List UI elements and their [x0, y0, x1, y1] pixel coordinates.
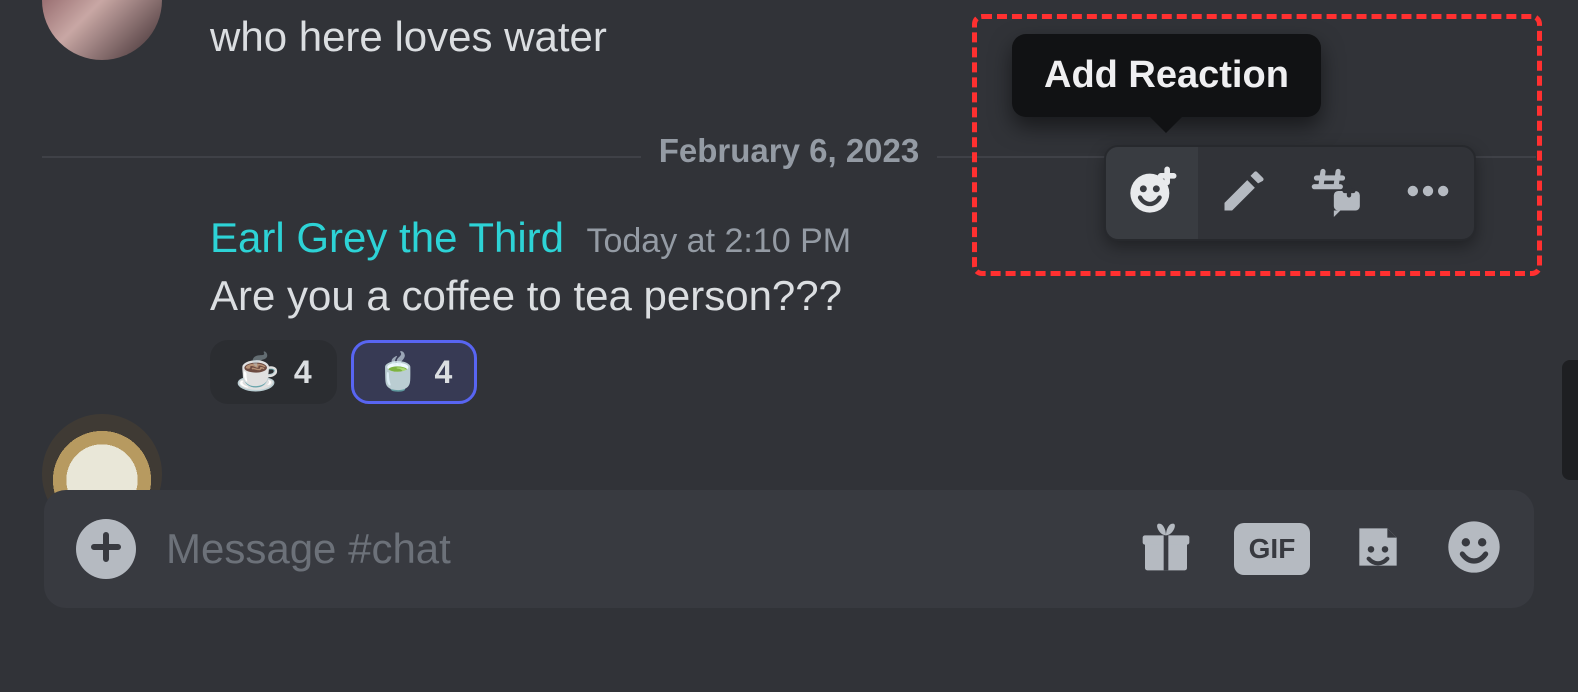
add-reaction-icon	[1126, 165, 1178, 222]
scrollbar[interactable]	[1562, 360, 1578, 480]
add-reaction-button[interactable]	[1106, 147, 1198, 239]
message-composer: GIF	[44, 490, 1534, 608]
create-thread-button[interactable]	[1290, 147, 1382, 239]
message-row-prev: who here loves water	[0, 0, 1578, 62]
plus-icon	[88, 529, 124, 570]
thread-icon	[1310, 165, 1362, 222]
message-text: Are you a coffee to tea person???	[210, 272, 1578, 320]
sticker-button[interactable]	[1350, 521, 1406, 577]
gif-label: GIF	[1249, 533, 1296, 565]
message-timestamp: Today at 2:10 PM	[586, 222, 851, 260]
message-text: who here loves water	[210, 0, 1578, 62]
reaction-count: 4	[294, 354, 312, 391]
edit-message-button[interactable]	[1198, 147, 1290, 239]
reaction-coffee[interactable]: ☕ 4	[210, 340, 337, 404]
gif-button[interactable]: GIF	[1234, 523, 1310, 575]
reaction-tea[interactable]: 🍵 4	[351, 340, 478, 404]
composer-actions: GIF	[1138, 521, 1502, 577]
tooltip-label: Add Reaction	[1044, 54, 1289, 96]
more-actions-button[interactable]	[1382, 147, 1474, 239]
emoji-picker-button[interactable]	[1446, 521, 1502, 577]
message-action-bar	[1104, 145, 1476, 241]
tooltip-add-reaction: Add Reaction	[1012, 34, 1321, 117]
reaction-bar: ☕ 4 🍵 4	[210, 340, 1578, 404]
date-divider-label: February 6, 2023	[641, 132, 938, 169]
coffee-emoji-icon: ☕	[235, 351, 280, 393]
gift-button[interactable]	[1138, 521, 1194, 577]
tea-emoji-icon: 🍵	[376, 351, 421, 393]
message-input[interactable]	[166, 525, 1108, 573]
more-icon	[1402, 165, 1454, 222]
emoji-icon	[1446, 519, 1502, 580]
pencil-icon	[1218, 165, 1270, 222]
message-row-current: Earl Grey the Third Today at 2:10 PM Are…	[0, 214, 1578, 404]
message-author[interactable]: Earl Grey the Third	[210, 214, 564, 261]
gift-icon	[1138, 519, 1194, 580]
attach-button[interactable]	[76, 519, 136, 579]
avatar[interactable]	[42, 0, 162, 60]
sticker-icon	[1350, 519, 1406, 580]
reaction-count: 4	[434, 354, 452, 391]
